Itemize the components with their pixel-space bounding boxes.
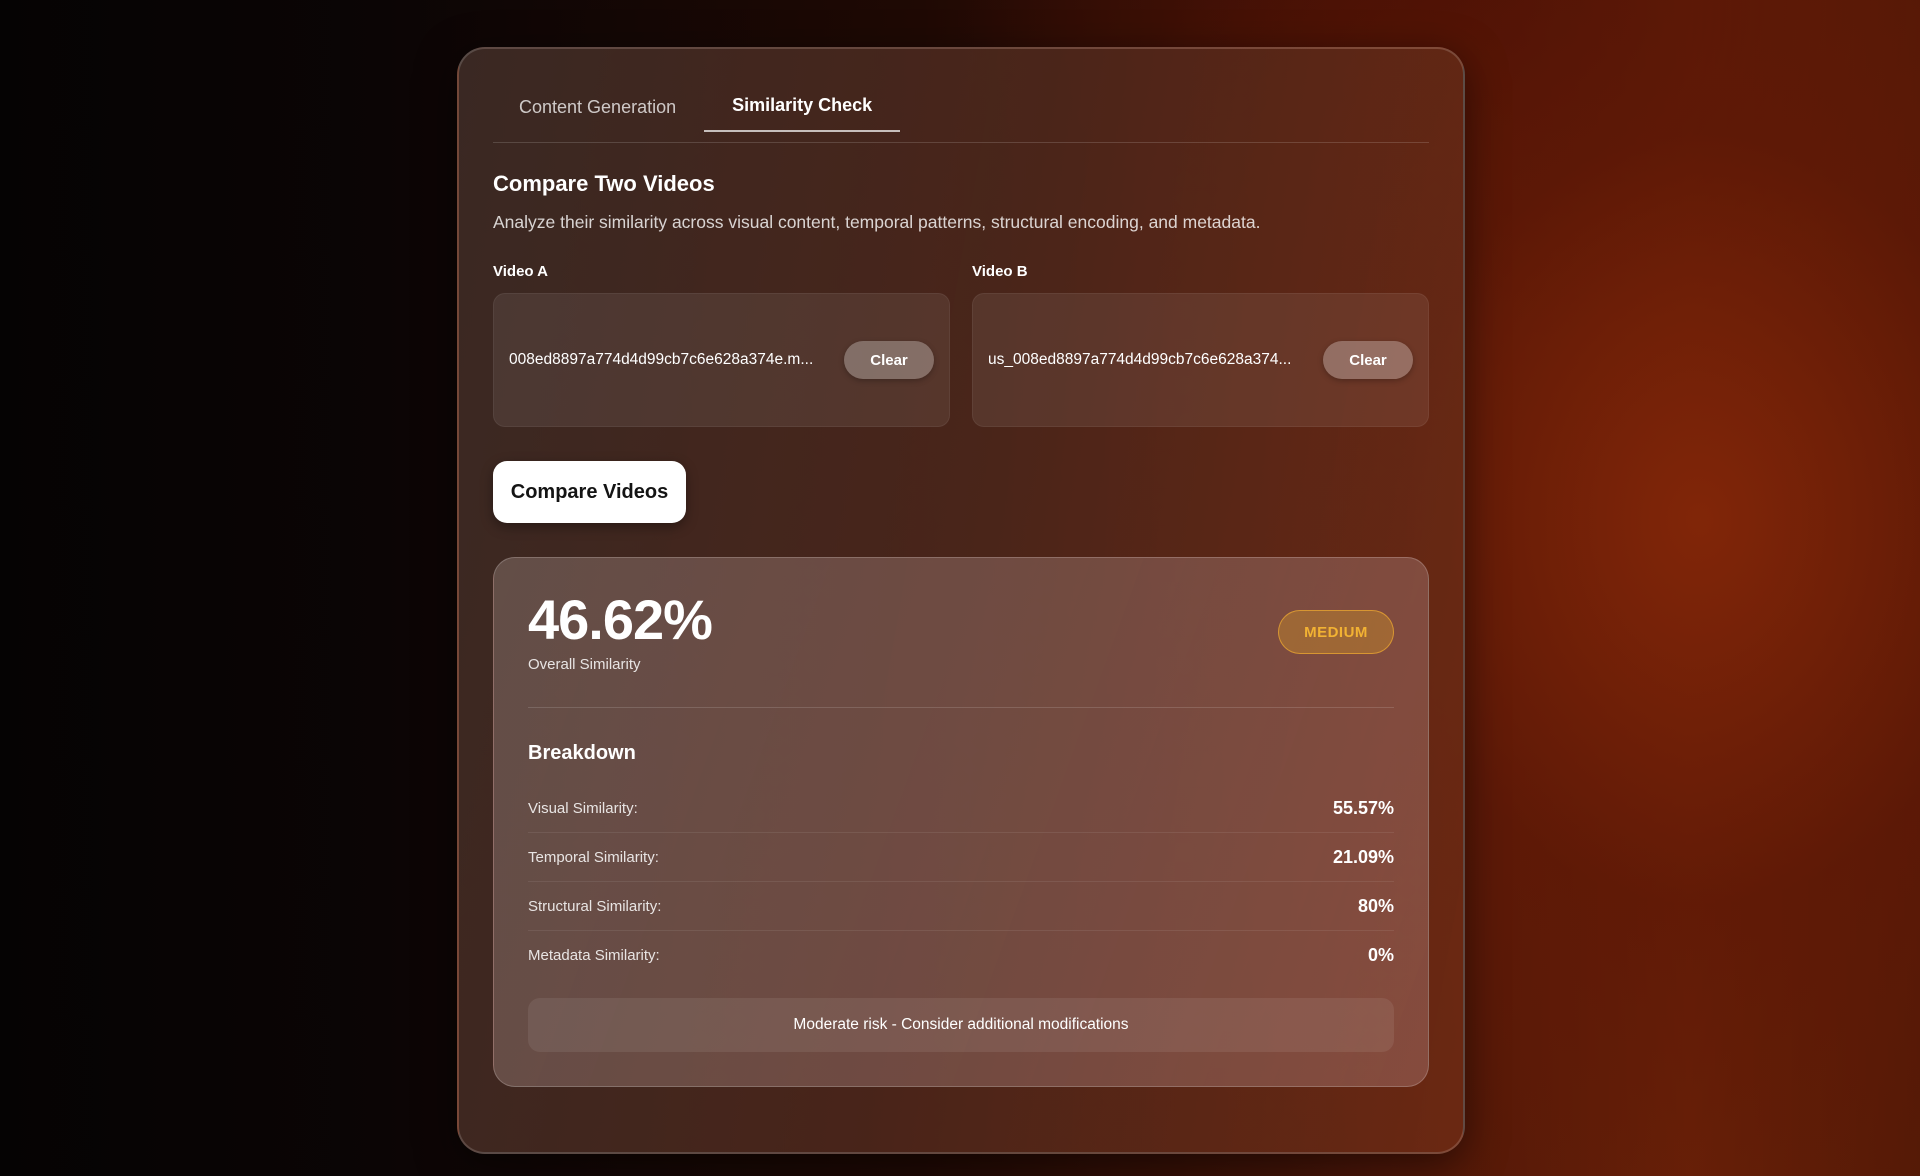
overall-section: 46.62% Overall Similarity MEDIUM (528, 558, 1394, 708)
breakdown-value: 21.09% (1332, 846, 1394, 867)
video-b-clear-button[interactable]: Clear (1323, 341, 1413, 379)
breakdown-row-metadata: Metadata Similarity: 0% (528, 931, 1394, 979)
video-a-dropzone[interactable]: 008ed8897a774d4d99cb7c6e628a374e.m... Cl… (493, 293, 950, 427)
section-title: Compare Two Videos (493, 171, 715, 196)
video-a-label: Video A (493, 263, 549, 280)
breakdown-label: Metadata Similarity: (528, 946, 660, 964)
breakdown-list: Visual Similarity: 55.57% Temporal Simil… (528, 784, 1394, 979)
breakdown-value: 55.57% (1332, 797, 1394, 818)
section-description: Analyze their similarity across visual c… (493, 212, 1261, 232)
video-b-column: Video B us_008ed8897a774d4d99cb7c6e628a3… (972, 263, 1429, 427)
risk-message: Moderate risk - Consider additional modi… (528, 998, 1394, 1052)
breakdown-row-visual: Visual Similarity: 55.57% (528, 784, 1394, 833)
overall-similarity-label: Overall Similarity (528, 656, 641, 673)
breakdown-label: Temporal Similarity: (528, 848, 659, 866)
video-inputs: Video A 008ed8897a774d4d99cb7c6e628a374e… (493, 263, 1429, 427)
breakdown-title: Breakdown (528, 742, 636, 764)
tab-similarity-check[interactable]: Similarity Check (704, 49, 901, 132)
breakdown-label: Visual Similarity: (528, 799, 638, 817)
video-b-dropzone[interactable]: us_008ed8897a774d4d99cb7c6e628a374... Cl… (972, 293, 1429, 427)
breakdown-value: 80% (1357, 895, 1394, 916)
similarity-panel: Content Generation Similarity Check Comp… (457, 47, 1465, 1154)
tab-bar: Content Generation Similarity Check (493, 49, 1429, 143)
video-b-label: Video B (972, 263, 1028, 280)
breakdown-row-structural: Structural Similarity: 80% (528, 882, 1394, 931)
tab-content-generation[interactable]: Content Generation (519, 49, 704, 132)
breakdown-row-temporal: Temporal Similarity: 21.09% (528, 833, 1394, 882)
video-a-clear-button[interactable]: Clear (844, 341, 934, 379)
compare-videos-button[interactable]: Compare Videos (493, 461, 686, 523)
overall-similarity-value: 46.62% (528, 588, 713, 651)
result-card: 46.62% Overall Similarity MEDIUM Breakdo… (493, 557, 1429, 1087)
video-a-column: Video A 008ed8897a774d4d99cb7c6e628a374e… (493, 263, 950, 427)
risk-level-badge: MEDIUM (1278, 610, 1394, 654)
breakdown-label: Structural Similarity: (528, 897, 662, 915)
video-a-filename: 008ed8897a774d4d99cb7c6e628a374e.m... (509, 351, 814, 368)
breakdown-value: 0% (1367, 944, 1394, 965)
video-b-filename: us_008ed8897a774d4d99cb7c6e628a374... (988, 351, 1292, 368)
